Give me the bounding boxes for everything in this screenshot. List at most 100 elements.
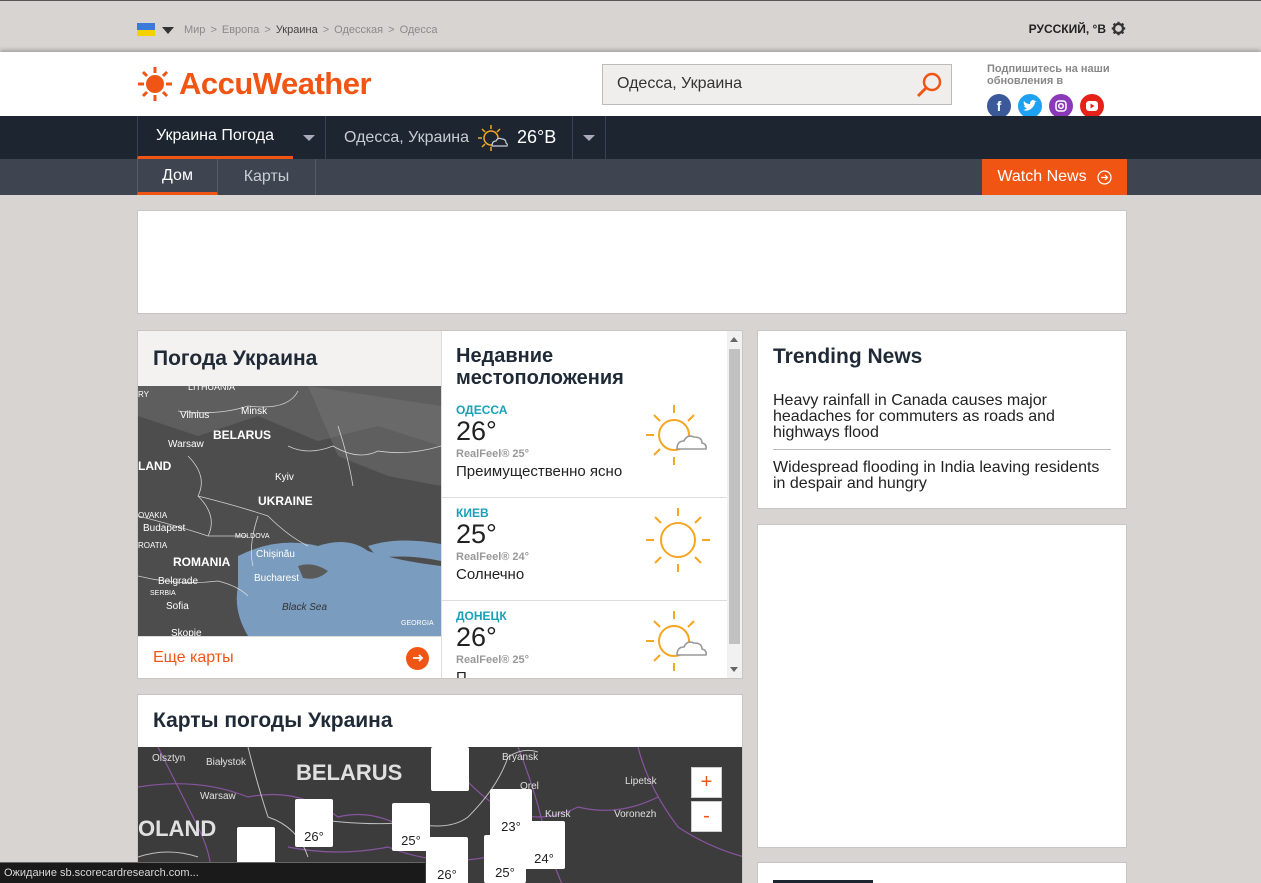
map-weather-marker[interactable]: 25° [392,803,430,851]
map-weather-marker[interactable]: 26° [426,837,468,883]
scroll-thumb[interactable] [729,349,740,644]
instagram-icon[interactable] [1049,94,1073,118]
watch-news-label: Watch News [997,168,1087,185]
breadcrumb-separator: > [322,24,330,36]
marker-temp: 23° [501,819,521,834]
logo-text: AccuWeather [179,66,372,101]
svg-text:Sofia: Sofia [166,601,189,612]
recent-location-item[interactable]: КИЕВ 25° RealFeel® 24° Солнечно [442,498,727,601]
svg-text:Bryansk: Bryansk [502,752,539,763]
subscribe-text: Подпишитесь на наши обновления в [987,63,1110,87]
search-input[interactable] [603,65,903,103]
recent-location-item[interactable]: ОДЕССА 26° RealFeel® 25° Преимущественно… [442,395,727,498]
recent-location-item[interactable]: ДОНЕЦК 26° RealFeel® 25° П [442,601,727,678]
scroll-up-icon[interactable] [730,337,738,342]
watch-news-button[interactable]: Watch News [982,159,1127,195]
location-realfeel: RealFeel® 24° [456,551,530,563]
scroll-down-icon[interactable] [730,667,738,672]
tab-home[interactable]: Дом [137,159,218,195]
more-maps-label: Еще карты [153,649,234,666]
youtube-icon[interactable] [1080,94,1104,118]
zoom-out-button[interactable]: - [691,801,722,832]
sun-logo-icon [138,67,172,101]
search-icon[interactable] [915,71,943,99]
chevron-down-icon [583,134,595,141]
tab-maps[interactable]: Карты [218,159,316,195]
breadcrumb-item-region[interactable]: Одесская [334,24,383,36]
marker-temp: 25° [401,833,421,848]
svg-text:Voronezh: Voronezh [614,809,656,820]
svg-text:Black Sea: Black Sea [282,602,327,613]
browser-status-bar: Ожидание sb.scorecardresearch.com... [0,862,425,883]
current-location[interactable]: Одесса, Украина 26°B [326,116,573,159]
sub-nav: Дом Карты Watch News [0,159,1261,195]
svg-text:Minsk: Minsk [241,406,268,417]
svg-text:Chișinău: Chișinău [256,549,295,560]
breadcrumb-item-city[interactable]: Одесса [400,24,438,36]
map-weather-marker[interactable] [431,747,469,791]
breadcrumb-item-world[interactable]: Мир [184,24,205,36]
breadcrumb-separator: > [210,24,217,36]
map-weather-marker[interactable]: 24° [523,821,565,869]
location-description: Преимущественно ясно [456,463,623,480]
partly-sunny-icon [646,611,707,671]
news-link[interactable]: Heavy rainfall in Canada causes major he… [773,383,1111,450]
recent-scrollbar[interactable] [727,331,742,678]
ad-banner [137,210,1127,314]
language-selector[interactable]: РУССКИЙ, °B [1029,21,1126,36]
location-dropdown[interactable] [573,116,606,159]
svg-text:OLAND: OLAND [138,816,216,841]
weather-maps-card: Карты погоды Украина Olsztyn Białystok W… [137,694,743,883]
site-header: AccuWeather Подпишитесь на наши обновлен… [0,52,1261,118]
svg-text:Skopje: Skopje [171,628,202,636]
tab-country-weather[interactable]: Украина Погода [137,116,293,159]
trending-news-title: Trending News [773,345,923,368]
breadcrumb: Мир > Европа > Украина > Одесская > Одес… [184,24,438,36]
social-links: f [987,94,1104,118]
satellite-map[interactable]: LITHUANIA Vilnius Minsk BELARUS Warsaw L… [138,386,441,636]
location-city: ОДЕССА [456,403,508,417]
more-maps-link[interactable]: Еще карты [138,636,441,678]
logo[interactable]: AccuWeather [137,66,372,102]
search-box [602,64,952,105]
location-city: ДОНЕЦК [456,609,507,623]
recent-locations-panel: Недавние местоположения ОДЕССА 26° RealF… [441,331,742,678]
arrow-right-icon [406,646,429,670]
map-weather-marker[interactable]: 25° [484,835,526,883]
partly-sunny-icon [646,405,707,465]
chevron-down-icon[interactable] [162,27,174,34]
map-weather-marker[interactable]: 26° [295,799,333,847]
svg-text:UKRAINE: UKRAINE [258,494,313,508]
main-nav: Украина Погода Одесса, Украина 26°B [0,116,1261,159]
twitter-icon[interactable] [1018,94,1042,118]
recent-locations-title: Недавние местоположения [456,345,624,389]
svg-text:Olsztyn: Olsztyn [152,753,185,764]
sunny-icon [646,508,710,572]
facebook-icon[interactable]: f [987,94,1011,118]
gear-icon[interactable] [1111,21,1126,36]
svg-text:Kursk: Kursk [545,809,572,820]
svg-text:BELARUS: BELARUS [296,760,402,785]
svg-text:Vilnius: Vilnius [180,410,209,421]
svg-text:LAND: LAND [138,459,172,473]
breadcrumb-item-europe[interactable]: Европа [222,24,260,36]
country-weather-card: Погода Украина LITHUANIA Vilnius Minsk B… [137,330,743,679]
country-dropdown[interactable] [293,116,326,159]
card-title: Карты погоды Украина [153,709,393,732]
breadcrumb-item-ukraine[interactable]: Украина [276,24,318,36]
svg-text:SERBIA: SERBIA [150,590,176,597]
ukraine-flag-icon[interactable] [137,23,155,36]
news-link[interactable]: Widespread flooding in India leaving res… [773,450,1111,500]
zoom-in-button[interactable]: + [691,767,722,798]
ad-sidebar [757,524,1127,848]
svg-text:Belgrade: Belgrade [158,576,198,587]
trending-news-card: Trending News Heavy rainfall in Canada c… [757,330,1127,509]
svg-text:OVAKIA: OVAKIA [138,511,168,520]
arrow-circle-icon [1096,169,1112,185]
location-temp: 26°B [517,127,557,147]
svg-text:MOLDOVA: MOLDOVA [235,533,270,540]
location-description: Солнечно [456,566,525,583]
svg-text:LITHUANIA: LITHUANIA [188,386,235,392]
svg-text:GEORGIA: GEORGIA [401,620,434,627]
svg-text:BELARUS: BELARUS [213,428,271,442]
